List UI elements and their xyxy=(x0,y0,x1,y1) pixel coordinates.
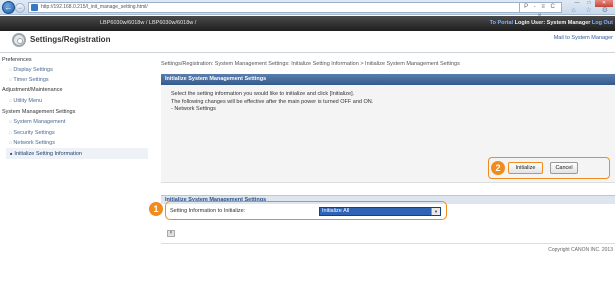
sidebar: Preferences Display Settings Timer Setti… xyxy=(0,54,150,264)
sidebar-item-network-settings[interactable]: Network Settings xyxy=(9,140,55,146)
initialize-button[interactable]: Initialize xyxy=(508,162,543,174)
description-line: - Network Settings xyxy=(171,106,216,112)
breadcrumb: Settings/Registration: System Management… xyxy=(161,61,460,67)
sidebar-group-adjustment[interactable]: Adjustment/Maintenance xyxy=(2,87,63,93)
device-name: LBP6030w/6018w / LBP6030w/6018w / xyxy=(100,20,197,26)
back-arrow-icon[interactable]: ← xyxy=(2,1,15,14)
description-line: The following changes will be effective … xyxy=(171,98,374,105)
callout-2: 2 xyxy=(491,161,505,175)
login-user: Login User: System Manager xyxy=(514,20,591,26)
sidebar-item-system-management[interactable]: System Management xyxy=(9,119,65,125)
favicon-icon xyxy=(31,4,38,11)
field-label: Setting Information to Initialize: xyxy=(170,208,246,214)
description: Select the setting information you would… xyxy=(171,91,373,114)
sidebar-group-preferences[interactable]: Preferences xyxy=(2,57,32,63)
address-url: http://192.168.0.215/l_init_manage_setti… xyxy=(41,4,148,10)
sidebar-item-security-settings[interactable]: Security Settings xyxy=(9,130,54,136)
panel-title: Initialize System Management Settings xyxy=(161,74,615,85)
sidebar-item-initialize-setting-information[interactable]: Initialize Setting Information xyxy=(6,148,148,159)
initialize-select[interactable]: Initialize All ▼ xyxy=(319,207,441,216)
gear-icon xyxy=(12,33,26,47)
sidebar-group-system-management[interactable]: System Management Settings xyxy=(2,109,75,115)
description-line: Select the setting information you would… xyxy=(171,91,355,97)
banner-right: To Portal Login User: System Manager Log… xyxy=(490,16,613,31)
chevron-down-icon[interactable]: ▼ xyxy=(431,208,440,215)
portal-link[interactable]: To Portal xyxy=(490,20,513,26)
sidebar-item-timer-settings[interactable]: Timer Settings xyxy=(9,77,48,83)
browser-toolbar: ← → http://192.168.0.215/l_init_manage_s… xyxy=(0,0,615,19)
initialize-highlight xyxy=(488,157,610,179)
footer-divider xyxy=(161,243,615,244)
top-banner: LBP6030w/6018w / LBP6030w/6018w / To Por… xyxy=(0,16,615,31)
logout-link[interactable]: Log Out xyxy=(592,20,613,26)
browser-tool-icons[interactable]: ⌂ ☆ ⚙ xyxy=(571,6,612,14)
sidebar-item-display-settings[interactable]: Display Settings xyxy=(9,67,52,73)
cancel-button[interactable]: Cancel xyxy=(550,162,578,174)
address-tools[interactable]: P - ≡ C × xyxy=(520,2,562,19)
mail-to-manager-link[interactable]: Mail to System Manager xyxy=(554,35,613,41)
forward-arrow-icon[interactable]: → xyxy=(15,3,25,13)
callout-1: 1 xyxy=(149,202,163,216)
back-to-top-icon[interactable]: ˄ xyxy=(167,230,175,237)
copyright: Copyright CANON INC. 2013 xyxy=(548,247,613,253)
panel-body: Select the setting information you would… xyxy=(161,85,615,183)
select-value: Initialize All xyxy=(322,208,350,214)
address-bar[interactable]: http://192.168.0.215/l_init_manage_setti… xyxy=(28,2,520,13)
header-divider xyxy=(0,52,615,53)
sidebar-item-utility-menu[interactable]: Utility Menu xyxy=(9,98,42,104)
page-title: Settings/Registration xyxy=(30,35,111,44)
